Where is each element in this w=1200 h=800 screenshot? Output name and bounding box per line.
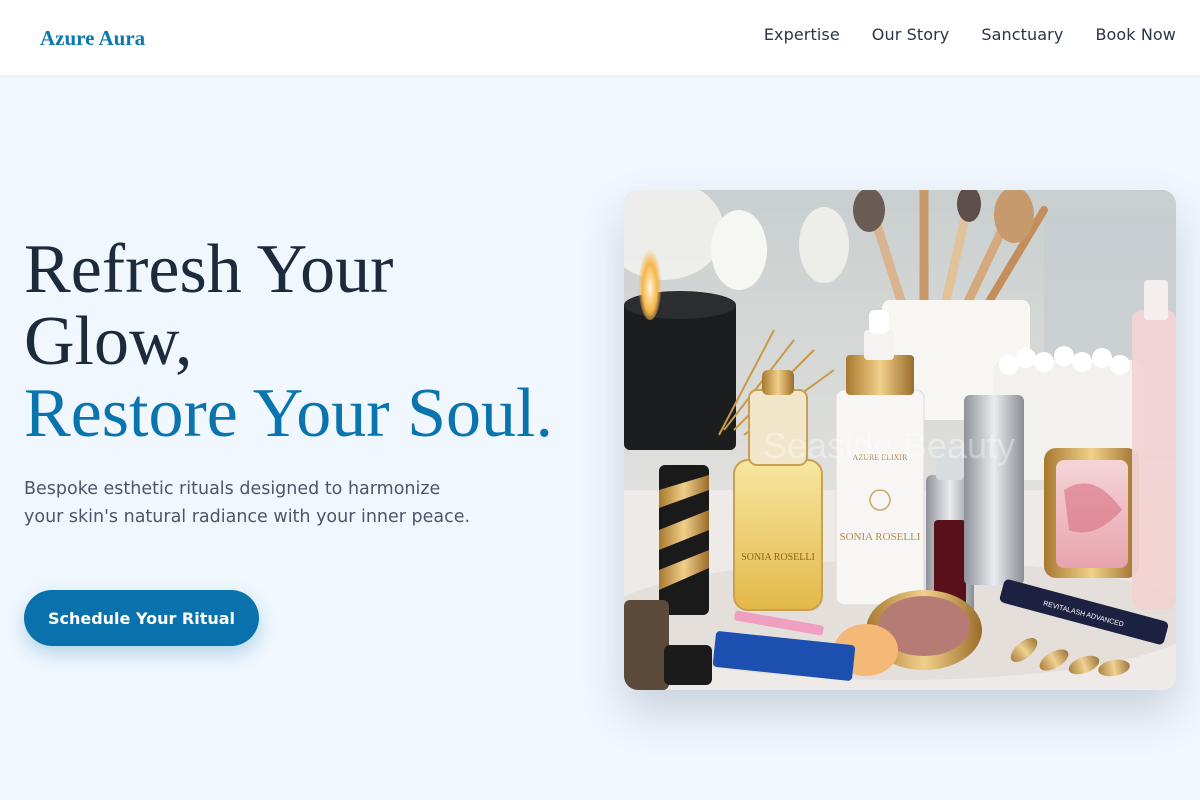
site-header: Azure Aura Expertise Our Story Sanctuary…: [0, 0, 1200, 76]
nav-item-expertise[interactable]: Expertise: [764, 25, 840, 44]
image-watermark: Seaside Beauty: [763, 425, 1015, 466]
bottle-left-label: SONIA ROSELLI: [741, 552, 815, 563]
nav-item-our-story[interactable]: Our Story: [872, 25, 950, 44]
hero-title-line-1: Refresh Your: [24, 231, 394, 308]
nav-item-book-now[interactable]: Book Now: [1095, 25, 1176, 44]
hero-subtitle: Bespoke esthetic rituals designed to har…: [24, 479, 471, 527]
hero-title-line-2: Glow,: [24, 303, 193, 380]
hero-title: Refresh Your Glow, Restore Your Soul.: [24, 234, 604, 450]
hero-title-accent: Restore Your Soul.: [24, 375, 553, 452]
brand-logo[interactable]: Azure Aura: [40, 26, 145, 51]
main-nav: Expertise Our Story Sanctuary Book Now: [764, 25, 1176, 44]
schedule-ritual-button[interactable]: Schedule Your Ritual: [24, 590, 259, 646]
bottle-center-label: SONIA ROSELLI: [840, 531, 921, 543]
hero-product-image: SONIA ROSELLI AZURE ELIXIR SONIA ROSELLI: [624, 190, 1176, 690]
nav-item-sanctuary[interactable]: Sanctuary: [981, 25, 1063, 44]
